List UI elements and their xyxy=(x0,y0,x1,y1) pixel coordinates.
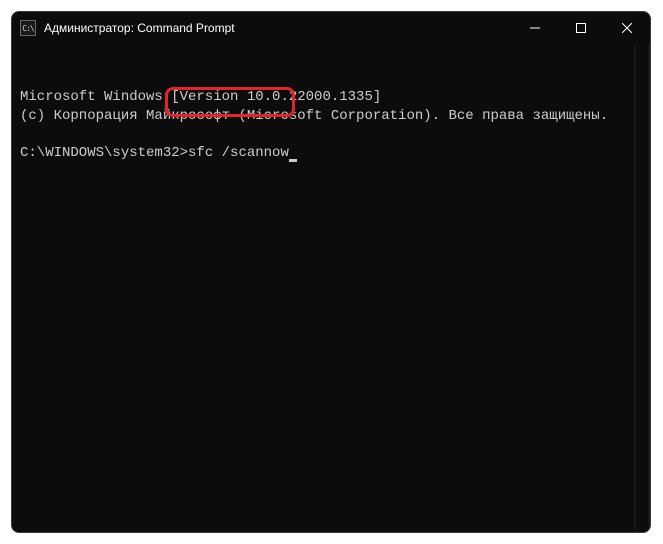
version-line: Microsoft Windows [Version 10.0.22000.13… xyxy=(20,88,642,107)
maximize-button[interactable] xyxy=(558,12,604,44)
titlebar[interactable]: C:\ Администратор: Command Prompt xyxy=(12,12,650,44)
prompt-path: C:\WINDOWS\system32> xyxy=(20,145,188,161)
prompt-line: C:\WINDOWS\system32>sfc /scannow xyxy=(20,145,297,161)
command-prompt-window: C:\ Администратор: Command Prompt Micros… xyxy=(11,11,651,533)
minimize-icon xyxy=(530,23,540,33)
maximize-icon xyxy=(576,23,586,33)
close-button[interactable] xyxy=(604,12,650,44)
cmd-icon-glyph: C:\ xyxy=(22,24,33,33)
window-title: Администратор: Command Prompt xyxy=(44,21,512,35)
terminal-output[interactable]: Microsoft Windows [Version 10.0.22000.13… xyxy=(12,44,650,532)
scrollbar-thumb[interactable] xyxy=(636,44,648,532)
minimize-button[interactable] xyxy=(512,12,558,44)
cmd-icon: C:\ xyxy=(20,20,36,36)
text-cursor xyxy=(289,159,297,162)
window-controls xyxy=(512,12,650,44)
scrollbar-vertical[interactable] xyxy=(634,44,650,532)
copyright-line: (c) Корпорация Майкрософт (Microsoft Cor… xyxy=(20,107,642,126)
close-icon xyxy=(622,23,632,33)
typed-command: sfc /scannow xyxy=(188,145,289,161)
